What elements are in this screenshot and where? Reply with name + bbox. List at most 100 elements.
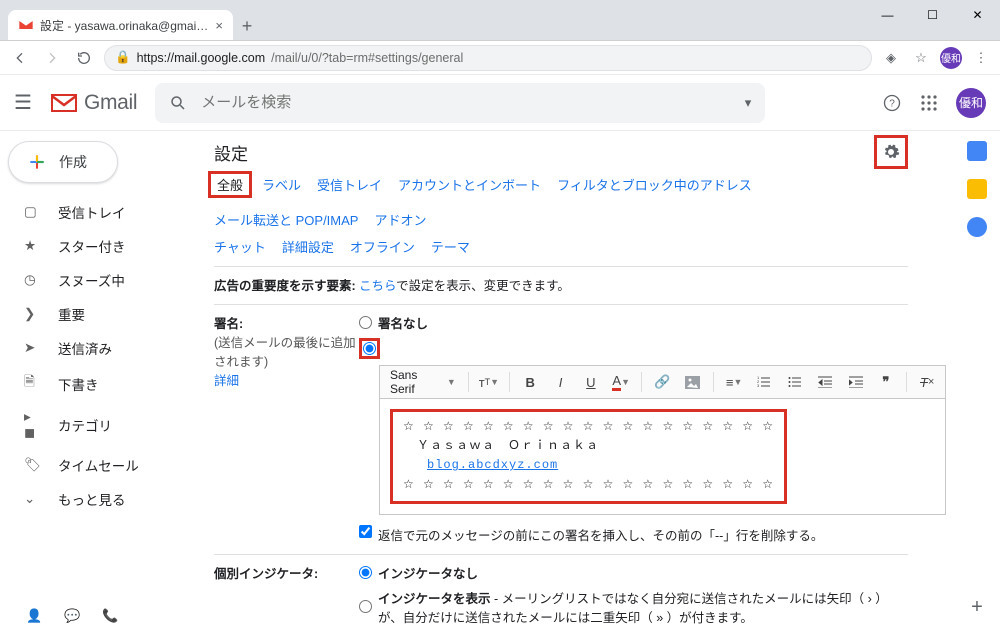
tasks-addon-icon[interactable] [967,217,987,237]
bold-button[interactable]: B [518,370,542,394]
account-avatar[interactable]: 優和 [956,88,986,118]
sidebar-item-label: スター付き [58,236,126,256]
settings-tab[interactable]: 詳細設定 [282,237,334,256]
sidebar-item-important[interactable]: ❯重要 [8,299,192,329]
addon-plus-button[interactable]: + [971,596,983,619]
image-button[interactable] [681,370,705,394]
align-button[interactable]: ≡▼ [722,370,746,394]
send-icon: ➤ [24,340,42,356]
star-icon[interactable]: ☆ [910,50,932,66]
signature-custom-radio[interactable] [363,342,376,355]
indicator-show-radio[interactable] [359,600,372,613]
settings-tab[interactable]: テーマ [431,237,470,256]
link-button[interactable]: 🔗 [650,370,674,394]
clear-format-button[interactable]: T× [915,370,939,394]
font-family-select[interactable]: Sans Serif▼ [386,368,460,396]
settings-tab[interactable]: メール転送と POP/IMAP [214,210,358,229]
settings-tab[interactable]: オフライン [350,237,415,256]
settings-tab[interactable]: チャット [214,237,266,256]
nav-reload[interactable] [72,50,96,66]
sidebar-item-clock[interactable]: ◷ スヌーズ中 [8,265,192,295]
browser-tab[interactable]: 設定 - yasawa.orinaka@gmail.co × [8,10,233,40]
settings-tab[interactable]: 受信トレイ [317,175,382,194]
indent-more-button[interactable] [843,370,867,394]
insert-before-checkbox[interactable] [359,525,372,538]
kebab-menu[interactable]: ⋮ [970,50,992,66]
settings-tab[interactable]: アカウントとインボート [398,175,541,194]
signature-none-radio[interactable] [359,316,372,329]
signature-more-link[interactable]: 詳細 [214,374,239,388]
clock-icon: ◷ [24,272,42,288]
signature-content-highlight: ☆ ☆ ☆ ☆ ☆ ☆ ☆ ☆ ☆ ☆ ☆ ☆ ☆ ☆ ☆ ☆ ☆ ☆ ☆ Ｙａ… [390,409,787,504]
signature-radio-highlight [359,338,380,359]
sidebar-item-label: カテゴリ [58,415,112,435]
category-icon: ▸ ◼ [24,409,42,441]
indicator-label: 個別インジケータ: [214,563,359,632]
person-icon[interactable]: 👤 [26,608,42,624]
font-size-button[interactable]: тT▼ [477,370,501,394]
close-tab-icon[interactable]: × [215,19,223,32]
browser-chrome: ― ☐ ✕ 設定 - yasawa.orinaka@gmail.co × + [0,0,1000,41]
search-input[interactable] [201,94,730,111]
star-icon: ★ [24,238,42,254]
help-icon[interactable]: ? [882,93,902,113]
gmail-logo[interactable]: Gmail [50,91,137,115]
italic-button[interactable]: I [548,370,572,394]
numbered-list-button[interactable]: 123 [752,370,776,394]
settings-tab[interactable]: ラベル [262,175,301,194]
keep-addon-icon[interactable] [967,179,987,199]
inbox-icon: ▢ [24,204,42,220]
calendar-addon-icon[interactable] [967,141,987,161]
signature-label: 署名: [214,317,243,331]
settings-tab[interactable]: 全般 [208,171,252,198]
gear-icon [882,143,900,161]
draft-icon: 🗎 [24,372,42,395]
sidebar-item-star[interactable]: ★ スター付き [8,231,192,261]
settings-tab[interactable]: アドオン [374,210,426,229]
eye-icon[interactable]: ◈ [880,50,902,66]
signature-editor[interactable]: ☆ ☆ ☆ ☆ ☆ ☆ ☆ ☆ ☆ ☆ ☆ ☆ ☆ ☆ ☆ ☆ ☆ ☆ ☆ Ｙａ… [379,399,946,515]
hangouts-icon[interactable]: 💬 [64,608,80,624]
sidebar-item-label: タイムセール [58,455,139,475]
sidebar-item-label: 送信済み [58,338,112,358]
compose-button[interactable]: 作成 [8,141,118,183]
bullet-list-button[interactable] [783,370,807,394]
search-dropdown-icon[interactable]: ▾ [745,95,752,111]
quote-button[interactable]: ❞ [874,370,898,394]
search-box[interactable]: ▾ [155,83,765,123]
address-bar[interactable]: 🔒 https://mail.google.com/mail/u/0/?tab=… [104,45,872,71]
plus-icon [27,152,47,172]
signature-stars-top: ☆ ☆ ☆ ☆ ☆ ☆ ☆ ☆ ☆ ☆ ☆ ☆ ☆ ☆ ☆ ☆ ☆ ☆ ☆ [403,418,774,437]
apps-icon[interactable] [920,94,938,112]
sidebar-item-send[interactable]: ➤ 送信済み [8,333,192,363]
underline-button[interactable]: U [579,370,603,394]
hamburger-icon[interactable]: ☰ [14,90,32,115]
compose-label: 作成 [59,152,87,172]
text-color-button[interactable]: A▼ [609,370,633,394]
sidebar-item-inbox[interactable]: ▢受信トレイ [8,197,192,227]
indicator-none-radio[interactable] [359,566,372,579]
settings-gear-highlight[interactable] [874,135,908,169]
url-path: /mail/u/0/?tab=rm#settings/general [271,51,463,65]
phone-icon[interactable]: 📞 [102,608,118,624]
new-tab-button[interactable]: + [233,12,261,40]
ad-settings-link[interactable]: こちら [359,279,396,293]
settings-tab[interactable]: フィルタとブロック中のアドレス [557,175,752,194]
window-close[interactable]: ✕ [955,0,1000,30]
profile-avatar-small[interactable]: 優和 [940,47,962,69]
nav-forward [40,50,64,66]
indent-less-button[interactable] [813,370,837,394]
signature-link[interactable]: blog.abcdxyz.com [427,458,558,472]
sidebar-item-label: スヌーズ中 [58,270,125,290]
sidebar-item-tag[interactable]: 🏷タイムセール [8,450,192,480]
sidebar-item-draft[interactable]: 🗎 下書き [8,367,192,400]
sidebar-item-label: 下書き [58,374,99,394]
sidebar-item-more[interactable]: ⌄もっと見る [8,484,192,514]
window-maximize[interactable]: ☐ [910,0,955,30]
nav-back[interactable] [8,50,32,66]
gmail-envelope-icon [50,93,78,113]
gmail-wordmark: Gmail [84,91,137,115]
sidebar-item-category[interactable]: ▸ ◼ カテゴリ [8,404,192,446]
window-minimize[interactable]: ― [865,0,910,30]
gmail-favicon [18,17,34,33]
